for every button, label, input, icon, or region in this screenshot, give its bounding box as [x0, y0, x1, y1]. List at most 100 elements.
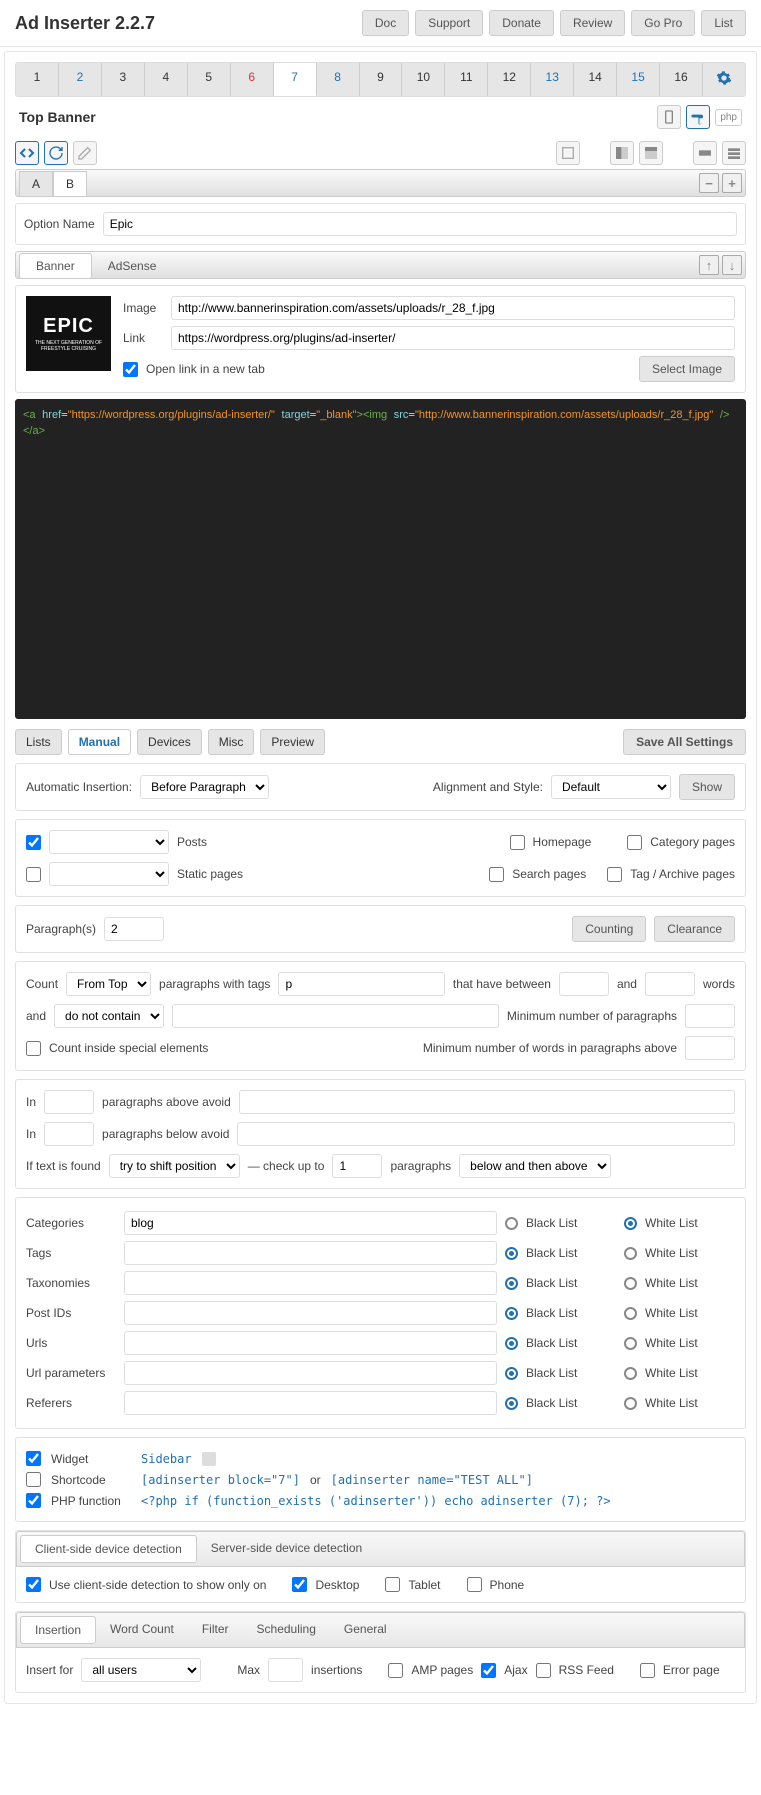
code-editor[interactable]: <a href="https://wordpress.org/plugins/a…: [15, 399, 746, 719]
posts-select[interactable]: [49, 830, 169, 854]
category-checkbox[interactable]: [627, 835, 642, 850]
block-tab-2[interactable]: 2: [59, 63, 102, 96]
block-tab-11[interactable]: 11: [445, 63, 488, 96]
static-select[interactable]: [49, 862, 169, 886]
misc-tab-general[interactable]: General: [330, 1616, 401, 1644]
whitelist-radio-6[interactable]: [624, 1397, 637, 1410]
image-input[interactable]: [171, 296, 735, 320]
list-input-1[interactable]: [124, 1241, 497, 1265]
block-tab-8[interactable]: 8: [317, 63, 360, 96]
amp-checkbox[interactable]: [388, 1663, 403, 1678]
max-words-input[interactable]: [645, 972, 695, 996]
block-tab-5[interactable]: 5: [188, 63, 231, 96]
phone-checkbox[interactable]: [467, 1577, 482, 1592]
blacklist-radio-2[interactable]: [505, 1277, 518, 1290]
shortcode-checkbox[interactable]: [26, 1472, 41, 1487]
device-tab[interactable]: Client-side device detection: [20, 1535, 197, 1563]
settings-tab-lists[interactable]: Lists: [15, 729, 62, 755]
collapse-icon[interactable]: −: [699, 173, 719, 193]
ab-tab-a[interactable]: A: [19, 171, 53, 197]
search-checkbox[interactable]: [489, 867, 504, 882]
below-count-input[interactable]: [44, 1122, 94, 1146]
block-tab-12[interactable]: 12: [488, 63, 531, 96]
layout-icon-1[interactable]: [556, 141, 580, 165]
whitelist-radio-0[interactable]: [624, 1217, 637, 1230]
device-icon[interactable]: [657, 105, 681, 129]
blacklist-radio-3[interactable]: [505, 1307, 518, 1320]
block-tab-1[interactable]: 1: [16, 63, 59, 96]
list-input-3[interactable]: [124, 1301, 497, 1325]
counting-button[interactable]: Counting: [572, 916, 646, 942]
auto-insertion-select[interactable]: Before Paragraph: [140, 775, 269, 799]
block-tab-3[interactable]: 3: [102, 63, 145, 96]
tab-banner[interactable]: Banner: [19, 253, 92, 279]
list-input-4[interactable]: [124, 1331, 497, 1355]
block-tab-4[interactable]: 4: [145, 63, 188, 96]
misc-tab-word-count[interactable]: Word Count: [96, 1616, 188, 1644]
static-checkbox[interactable]: [26, 867, 41, 882]
list-button[interactable]: List: [701, 10, 746, 36]
whitelist-radio-5[interactable]: [624, 1367, 637, 1380]
count-direction-select[interactable]: From Top: [66, 972, 151, 996]
min-paras-input[interactable]: [685, 1004, 735, 1028]
layout-icon-4[interactable]: [693, 141, 717, 165]
shift-select[interactable]: try to shift position: [109, 1154, 240, 1178]
whitelist-radio-1[interactable]: [624, 1247, 637, 1260]
blacklist-radio-6[interactable]: [505, 1397, 518, 1410]
misc-tab-filter[interactable]: Filter: [188, 1616, 243, 1644]
tools-icon[interactable]: [686, 105, 710, 129]
widget-checkbox[interactable]: [26, 1451, 41, 1466]
layout-icon-3[interactable]: [639, 141, 663, 165]
list-input-5[interactable]: [124, 1361, 497, 1385]
tags-input[interactable]: [278, 972, 444, 996]
support-button[interactable]: Support: [415, 10, 483, 36]
up-arrow-icon[interactable]: ↑: [699, 255, 719, 275]
block-tab-7[interactable]: 7: [274, 63, 317, 97]
list-input-6[interactable]: [124, 1391, 497, 1415]
device-tab[interactable]: Server-side device detection: [197, 1535, 376, 1563]
ab-tab-b[interactable]: B: [53, 171, 87, 197]
homepage-checkbox[interactable]: [510, 835, 525, 850]
doc-button[interactable]: Doc: [362, 10, 409, 36]
clearance-button[interactable]: Clearance: [654, 916, 735, 942]
tablet-checkbox[interactable]: [385, 1577, 400, 1592]
blacklist-radio-1[interactable]: [505, 1247, 518, 1260]
alignment-select[interactable]: Default: [551, 775, 671, 799]
expand-icon[interactable]: +: [722, 173, 742, 193]
settings-tab-devices[interactable]: Devices: [137, 729, 202, 755]
ajax-checkbox[interactable]: [481, 1663, 496, 1678]
edit-icon[interactable]: [73, 141, 97, 165]
show-button[interactable]: Show: [679, 774, 735, 800]
posts-checkbox[interactable]: [26, 835, 41, 850]
direction-select[interactable]: below and then above: [459, 1154, 611, 1178]
blacklist-radio-5[interactable]: [505, 1367, 518, 1380]
users-select[interactable]: all users: [81, 1658, 201, 1682]
option-name-input[interactable]: [103, 212, 737, 236]
save-all-button[interactable]: Save All Settings: [623, 729, 746, 755]
code-icon[interactable]: [15, 141, 39, 165]
contain-input[interactable]: [172, 1004, 499, 1028]
tag-checkbox[interactable]: [607, 867, 622, 882]
block-tab-10[interactable]: 10: [402, 63, 445, 96]
settings-tab-preview[interactable]: Preview: [260, 729, 325, 755]
block-tab-6[interactable]: 6: [231, 63, 274, 96]
php-checkbox[interactable]: [26, 1493, 41, 1508]
desktop-checkbox[interactable]: [292, 1577, 307, 1592]
settings-gear-icon[interactable]: [703, 63, 745, 96]
block-tab-16[interactable]: 16: [660, 63, 703, 96]
block-tab-15[interactable]: 15: [617, 63, 660, 96]
blacklist-radio-0[interactable]: [505, 1217, 518, 1230]
layout-icon-5[interactable]: [722, 141, 746, 165]
select-image-button[interactable]: Select Image: [639, 356, 735, 382]
down-arrow-icon[interactable]: ↓: [722, 255, 742, 275]
block-tab-13[interactable]: 13: [531, 63, 574, 96]
count-inside-checkbox[interactable]: [26, 1041, 41, 1056]
list-input-2[interactable]: [124, 1271, 497, 1295]
above-avoid-input[interactable]: [239, 1090, 735, 1114]
error-checkbox[interactable]: [640, 1663, 655, 1678]
block-tab-9[interactable]: 9: [360, 63, 403, 96]
min-words-input[interactable]: [559, 972, 609, 996]
settings-tab-misc[interactable]: Misc: [208, 729, 255, 755]
new-tab-checkbox[interactable]: [123, 362, 138, 377]
donate-button[interactable]: Donate: [489, 10, 554, 36]
